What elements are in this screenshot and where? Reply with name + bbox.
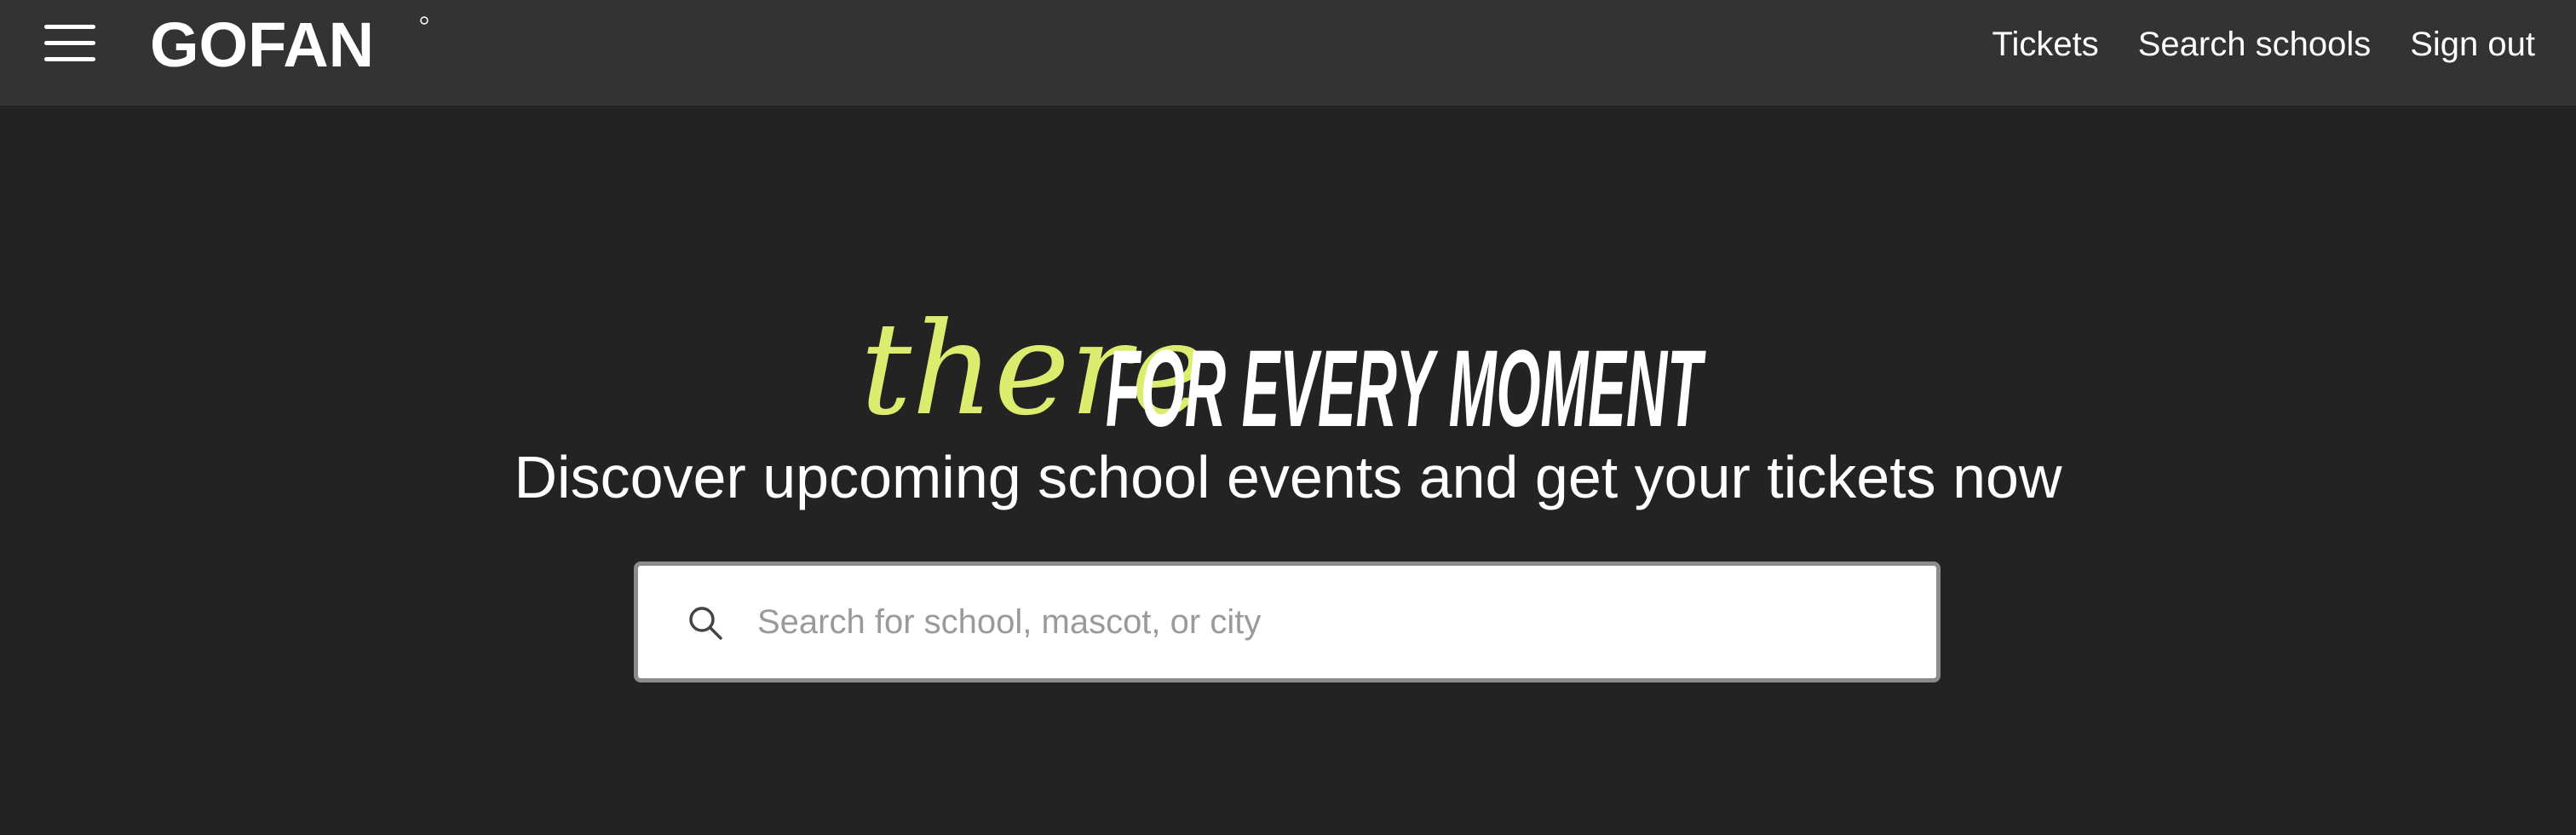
gofan-logo[interactable]: GOFAN <box>150 15 431 75</box>
hamburger-line <box>44 25 95 29</box>
top-navigation-bar: GOFAN Tickets Search schools Sign out <box>0 0 2576 106</box>
hamburger-menu-button[interactable] <box>41 20 101 66</box>
tagline-block: FOR EVERY MOMENT <box>1106 328 1706 450</box>
hero-headline: Discover upcoming school events and get … <box>514 444 2062 510</box>
nav-sign-out-link[interactable]: Sign out <box>2410 26 2535 64</box>
search-icon <box>689 607 722 640</box>
hamburger-line <box>44 57 95 61</box>
logo-wordmark: GOFAN <box>150 15 374 75</box>
nav-search-schools-link[interactable]: Search schools <box>2138 26 2371 64</box>
school-search-box[interactable] <box>634 561 1941 682</box>
there-for-every-moment-tagline: there FOR EVERY MOMENT <box>860 296 1706 450</box>
hamburger-line <box>44 41 95 45</box>
nav-tickets-link[interactable]: Tickets <box>1992 26 2099 64</box>
registered-mark-icon <box>420 16 428 25</box>
school-search-input[interactable] <box>757 566 1916 678</box>
top-nav: Tickets Search schools Sign out <box>1992 17 2535 72</box>
